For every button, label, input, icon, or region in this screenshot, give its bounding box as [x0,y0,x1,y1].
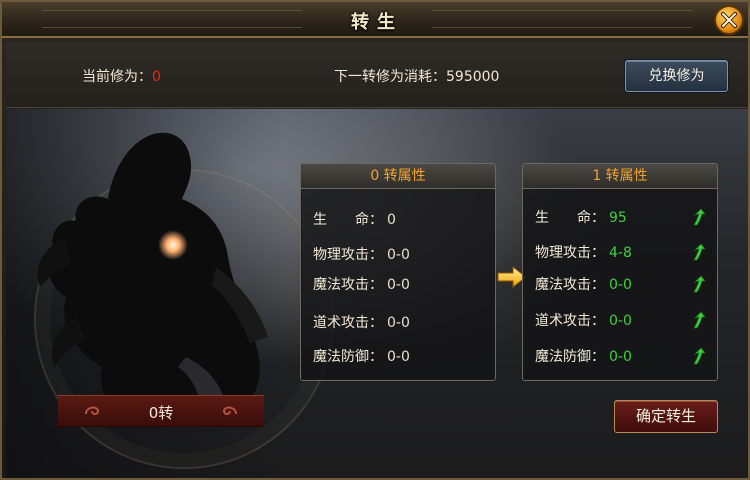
stat-row-physical-attack: 物理攻击： 0-0 [313,244,489,264]
current-attributes-panel: 0 转属性 生 命： 0 物理攻击： 0-0 魔法攻击： 0-0 道术攻击： 0-0 魔… [300,163,496,381]
stat-label: 物理攻击： [535,245,605,261]
stat-label: 生 命： [535,210,605,226]
stat-value: 0 [387,212,396,228]
rebirth-window: 转生 当前修为：0 下一转修为消耗：595000 兑换修为 0转 0 转属性 生… [0,0,750,480]
current-cultivation-label: 当前修为： [82,69,152,85]
character-silhouette [37,132,268,417]
increase-arrow-icon [693,243,706,261]
stat-row-magic-attack: 魔法攻击： 0-0 [313,274,489,294]
stat-label: 魔法防御： [313,349,383,365]
stat-row-magic-defense: 魔法防御： 0-0 [313,346,489,366]
stat-row-magic-attack: 魔法攻击： 0-0 [535,274,711,294]
stat-row-hp: 生 命： 95 [535,207,711,227]
next-rebirth-cost-label: 下一转修为消耗： [334,69,446,85]
current-attributes-title: 0 转属性 [301,164,495,189]
stat-row-magic-defense: 魔法防御： 0-0 [535,346,711,366]
chest-glow [158,230,188,260]
stat-value: 95 [609,210,627,226]
stat-value: 0-0 [609,277,632,293]
confirm-rebirth-button[interactable]: 确定转生 [614,400,718,433]
stat-value: 0-0 [387,349,410,365]
next-rebirth-cost: 下一转修为消耗：595000 [334,66,499,86]
cultivation-info-bar: 当前修为：0 下一转修为消耗：595000 兑换修为 [6,42,748,108]
stat-row-taoist-attack: 道术攻击： 0-0 [535,310,711,330]
stat-value: 0-0 [609,313,632,329]
stat-row-hp: 生 命： 0 [313,209,489,229]
current-cultivation: 当前修为：0 [82,66,161,86]
stat-label: 生 命： [313,212,383,228]
increase-arrow-icon [693,347,706,365]
rebirth-level-plate: 0转 [58,395,264,427]
increase-arrow-icon [693,311,706,329]
next-attributes-panel: 1 转属性 生 命： 95 物理攻击： 4-8 魔法攻击： 0-0 道术攻击： 0-0 … [522,163,718,381]
stat-value: 0-0 [609,349,632,365]
window-title: 转生 [351,12,403,33]
stat-label: 道术攻击： [535,313,605,329]
stat-value: 4-8 [609,245,632,261]
increase-arrow-icon [693,275,706,293]
stat-label: 魔法攻击： [535,277,605,293]
swirl-right-icon [222,406,237,415]
stat-label: 物理攻击： [313,247,383,263]
stat-label: 魔法攻击： [313,277,383,293]
stat-value: 0-0 [387,315,410,331]
stat-label: 道术攻击： [313,315,383,331]
close-icon [721,12,737,28]
stat-value: 0-0 [387,247,410,263]
increase-arrow-icon [693,208,706,226]
next-rebirth-cost-value: 595000 [446,69,500,85]
exchange-cultivation-button[interactable]: 兑换修为 [625,60,728,92]
stat-row-taoist-attack: 道术攻击： 0-0 [313,312,489,332]
title-bar: 转生 [2,2,748,38]
rebirth-scene: 0转 0 转属性 生 命： 0 物理攻击： 0-0 魔法攻击： 0-0 道术攻击： 0-… [6,109,748,478]
stat-row-physical-attack: 物理攻击： 4-8 [535,242,711,262]
current-cultivation-value: 0 [152,69,161,85]
stat-value: 0-0 [387,277,410,293]
stat-label: 魔法防御： [535,349,605,365]
next-attributes-title: 1 转属性 [523,164,717,189]
close-button[interactable] [714,5,744,35]
